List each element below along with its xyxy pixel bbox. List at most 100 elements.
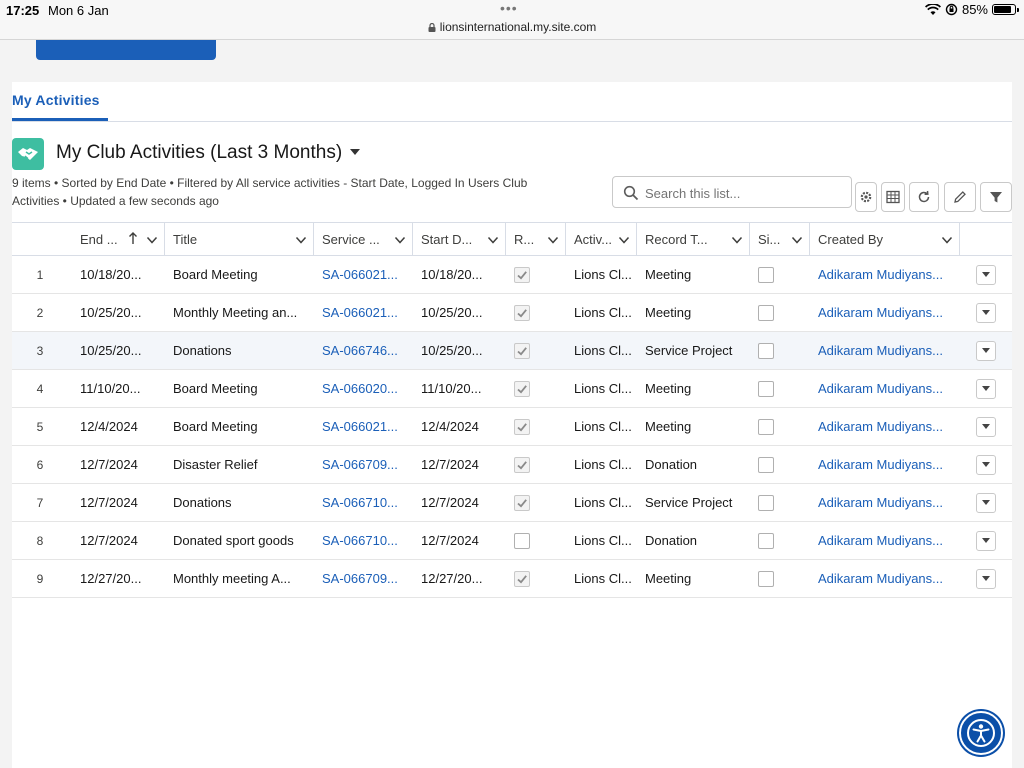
cell-created-by[interactable]: Adikaram Mudiyans... — [810, 370, 960, 407]
cell-service[interactable]: SA-066709... — [314, 560, 413, 597]
cell-text-service[interactable]: SA-066709... — [322, 457, 413, 472]
cell-service[interactable]: SA-066021... — [314, 256, 413, 293]
cell-activity: Lions Cl... — [566, 446, 637, 483]
column-menu-chevron-down-icon[interactable] — [487, 234, 499, 246]
cell-text-created-by[interactable]: Adikaram Mudiyans... — [818, 457, 960, 472]
cell-text-service[interactable]: SA-066021... — [322, 267, 413, 282]
cell-text-service[interactable]: SA-066021... — [322, 305, 413, 320]
row-actions-button[interactable] — [976, 264, 996, 285]
unchecked-checkbox-si — [758, 342, 774, 359]
row-number: 6 — [36, 457, 44, 472]
search-input[interactable] — [645, 183, 845, 203]
row-actions-button[interactable] — [976, 454, 996, 475]
sort-ascending-icon[interactable] — [128, 232, 138, 245]
cell-text-created-by[interactable]: Adikaram Mudiyans... — [818, 305, 960, 320]
cell-created-by[interactable]: Adikaram Mudiyans... — [810, 256, 960, 293]
column-header-start-date[interactable]: Start D... — [413, 223, 506, 256]
column-menu-chevron-down-icon[interactable] — [295, 234, 307, 246]
address-bar[interactable]: lionsinternational.my.site.com — [0, 20, 1024, 34]
list-view-title[interactable]: My Club Activities (Last 3 Months) — [56, 142, 342, 164]
top-action-button[interactable] — [36, 40, 216, 60]
tab-my-activities[interactable]: My Activities — [12, 92, 100, 108]
table-row[interactable]: 9 12/27/20... Monthly meeting A... SA-06670… — [12, 560, 1012, 598]
table-row[interactable]: 7 12/7/2024 Donations SA-066710... 12/7/2024… — [12, 484, 1012, 522]
cell-created-by[interactable]: Adikaram Mudiyans... — [810, 484, 960, 521]
table-row[interactable]: 2 10/25/20... Monthly Meeting an... SA-0660… — [12, 294, 1012, 332]
table-row[interactable]: 8 12/7/2024 Donated sport goods SA-066710..… — [12, 522, 1012, 560]
row-actions-button[interactable] — [976, 492, 996, 513]
column-header-title[interactable]: Title — [165, 223, 314, 256]
table-row[interactable]: 3 10/25/20... Donations SA-066746... 10/25/2… — [12, 332, 1012, 370]
filter-button[interactable] — [980, 182, 1012, 212]
cell-service[interactable]: SA-066710... — [314, 484, 413, 521]
cell-service[interactable]: SA-066709... — [314, 446, 413, 483]
accessibility-button[interactable] — [959, 711, 1003, 755]
row-actions-button[interactable] — [976, 340, 996, 361]
row-actions-button[interactable] — [976, 302, 996, 323]
cell-text-service[interactable]: SA-066021... — [322, 419, 413, 434]
cell-text-created-by[interactable]: Adikaram Mudiyans... — [818, 533, 960, 548]
display-as-table-button[interactable] — [881, 182, 905, 212]
cell-service[interactable]: SA-066021... — [314, 294, 413, 331]
cell-text-created-by[interactable]: Adikaram Mudiyans... — [818, 267, 960, 282]
cell-service[interactable]: SA-066746... — [314, 332, 413, 369]
column-header-si[interactable]: Si... — [750, 223, 810, 256]
column-menu-chevron-down-icon[interactable] — [618, 234, 630, 246]
cell-created-by[interactable]: Adikaram Mudiyans... — [810, 446, 960, 483]
table-row[interactable]: 4 11/10/20... Board Meeting SA-066020... 11/… — [12, 370, 1012, 408]
cell-text-created-by[interactable]: Adikaram Mudiyans... — [818, 571, 960, 586]
cell-end-date: 10/18/20... — [72, 256, 165, 293]
cell-text-service[interactable]: SA-066020... — [322, 381, 413, 396]
cell-text-activity: Lions Cl... — [574, 457, 632, 472]
column-header-activity[interactable]: Activ... — [566, 223, 637, 256]
column-menu-chevron-down-icon[interactable] — [731, 234, 743, 246]
cell-text-created-by[interactable]: Adikaram Mudiyans... — [818, 343, 960, 358]
cell-text-service[interactable]: SA-066710... — [322, 495, 413, 510]
cell-text-record-type: Service Project — [645, 495, 733, 510]
column-header-created-by[interactable]: Created By — [810, 223, 960, 256]
cell-text-service[interactable]: SA-066709... — [322, 571, 413, 586]
cell-r — [506, 256, 566, 293]
row-actions-button[interactable] — [976, 568, 996, 589]
cell-created-by[interactable]: Adikaram Mudiyans... — [810, 294, 960, 331]
edit-list-button[interactable] — [944, 182, 976, 212]
list-settings-button[interactable] — [855, 182, 877, 212]
row-actions-button[interactable] — [976, 416, 996, 437]
cell-text-record-type: Donation — [645, 457, 698, 472]
column-menu-chevron-down-icon[interactable] — [547, 234, 559, 246]
cell-created-by[interactable]: Adikaram Mudiyans... — [810, 560, 960, 597]
row-actions-cell — [960, 332, 1012, 369]
cell-service[interactable]: SA-066020... — [314, 370, 413, 407]
cell-text-created-by[interactable]: Adikaram Mudiyans... — [818, 495, 960, 510]
cell-text-service[interactable]: SA-066710... — [322, 533, 413, 548]
column-header-r[interactable]: R... — [506, 223, 566, 256]
search-list-field[interactable] — [612, 176, 852, 208]
cell-created-by[interactable]: Adikaram Mudiyans... — [810, 522, 960, 559]
cell-text-created-by[interactable]: Adikaram Mudiyans... — [818, 381, 960, 396]
list-view-picker-caret-icon[interactable] — [350, 149, 360, 155]
cell-service[interactable]: SA-066710... — [314, 522, 413, 559]
row-actions-cell — [960, 408, 1012, 445]
row-number: 9 — [36, 571, 44, 586]
cell-created-by[interactable]: Adikaram Mudiyans... — [810, 408, 960, 445]
cell-text-created-by[interactable]: Adikaram Mudiyans... — [818, 419, 960, 434]
cell-text-service[interactable]: SA-066746... — [322, 343, 413, 358]
table-row[interactable]: 5 12/4/2024 Board Meeting SA-066021... 12/4/… — [12, 408, 1012, 446]
table-row[interactable]: 6 12/7/2024 Disaster Relief SA-066709... 12/… — [12, 446, 1012, 484]
table-row[interactable]: 1 10/18/20... Board Meeting SA-066021... 10/… — [12, 256, 1012, 294]
row-actions-button[interactable] — [976, 530, 996, 551]
refresh-button[interactable] — [909, 182, 939, 212]
row-actions-button[interactable] — [976, 378, 996, 399]
multitasking-dots-icon[interactable]: ••• — [500, 0, 518, 16]
column-menu-chevron-down-icon[interactable] — [146, 234, 158, 246]
column-header-end-date[interactable]: End ... — [72, 223, 165, 256]
column-header-label: Activ... — [574, 232, 613, 247]
cell-text-activity: Lions Cl... — [574, 343, 632, 358]
column-menu-chevron-down-icon[interactable] — [394, 234, 406, 246]
column-header-record-type[interactable]: Record T... — [637, 223, 750, 256]
cell-created-by[interactable]: Adikaram Mudiyans... — [810, 332, 960, 369]
column-menu-chevron-down-icon[interactable] — [941, 234, 953, 246]
column-header-service[interactable]: Service ... — [314, 223, 413, 256]
column-menu-chevron-down-icon[interactable] — [791, 234, 803, 246]
cell-service[interactable]: SA-066021... — [314, 408, 413, 445]
